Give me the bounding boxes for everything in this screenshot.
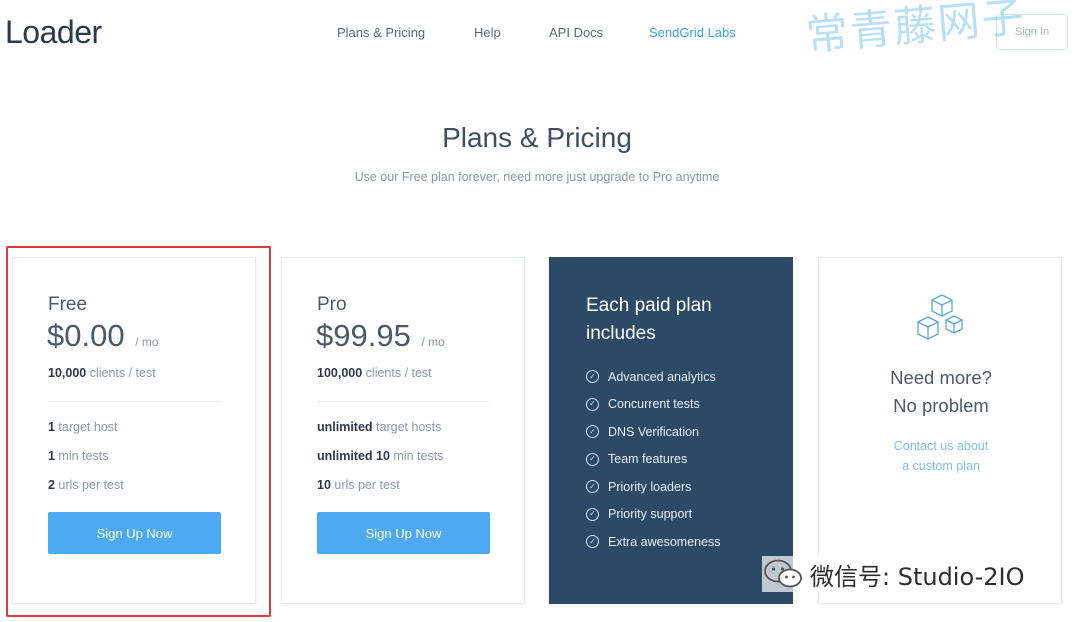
feature-value: 10 bbox=[317, 478, 331, 492]
nav-help[interactable]: Help bbox=[474, 25, 501, 40]
paid-feature-label: Concurrent tests bbox=[608, 397, 700, 412]
plan-name: Pro bbox=[317, 294, 347, 315]
feature-value: unlimited bbox=[317, 420, 373, 434]
check-circle-icon: ✓ bbox=[586, 397, 599, 411]
contact-link-line[interactable]: Contact us about bbox=[819, 436, 1063, 456]
paid-feature-label: Priority support bbox=[608, 507, 693, 522]
clients-value: 100,000 bbox=[317, 366, 363, 380]
price-value: $0.00 bbox=[47, 318, 125, 353]
contact-custom-plan-link[interactable]: Contact us about a custom plan bbox=[819, 436, 1063, 476]
feature-value: unlimited 10 bbox=[317, 449, 390, 463]
feature-item: unlimited target hosts bbox=[317, 420, 441, 434]
clients-value: 10,000 bbox=[48, 366, 87, 380]
feature-item: 10 urls per test bbox=[317, 478, 400, 492]
feature-item: unlimited 10 min tests bbox=[317, 449, 443, 463]
feature-item: 1 min tests bbox=[48, 449, 108, 463]
divider bbox=[48, 401, 220, 402]
feature-label: min tests bbox=[389, 449, 444, 463]
clients-label: clients / test bbox=[362, 366, 432, 380]
paid-plan-includes-card: Each paid plan includes ✓ Advanced analyt… bbox=[549, 257, 793, 604]
feature-label: urls per test bbox=[54, 478, 124, 492]
page-subtitle: Use our Free plan forever, need more jus… bbox=[354, 170, 720, 184]
list-item: ✓ Extra awesomeness bbox=[586, 528, 721, 556]
boxes-icon bbox=[917, 294, 963, 340]
list-item: ✓ Team features bbox=[586, 446, 721, 474]
wechat-id-text: 微信号: Studio-2IO bbox=[810, 562, 1025, 591]
check-circle-icon: ✓ bbox=[586, 425, 599, 439]
feature-label: min tests bbox=[54, 449, 109, 463]
paid-feature-label: Team features bbox=[608, 452, 688, 467]
plan-price: $0.00 / mo bbox=[47, 318, 159, 354]
paid-feature-label: Extra awesomeness bbox=[608, 534, 721, 549]
check-circle-icon: ✓ bbox=[586, 535, 599, 549]
custom-plan-title-line: Need more? bbox=[890, 367, 992, 388]
nav-api-docs[interactable]: API Docs bbox=[549, 25, 603, 40]
plan-name: Free bbox=[48, 294, 88, 315]
check-circle-icon: ✓ bbox=[586, 370, 599, 384]
feature-value: 2 bbox=[48, 478, 55, 492]
page-title: Plans & Pricing bbox=[442, 122, 632, 153]
list-item: ✓ Priority support bbox=[586, 501, 721, 529]
plan-price: $99.95 / mo bbox=[316, 318, 445, 354]
paid-feature-list: ✓ Advanced analytics ✓ Concurrent tests ✓ D… bbox=[586, 363, 721, 556]
list-item: ✓ Advanced analytics bbox=[586, 363, 721, 391]
wechat-icon bbox=[764, 559, 802, 588]
contact-link-line[interactable]: a custom plan bbox=[819, 456, 1063, 476]
paid-plan-title: Each paid plan includes bbox=[586, 295, 712, 344]
price-period: / mo bbox=[135, 335, 159, 349]
paid-feature-label: Priority loaders bbox=[608, 479, 692, 494]
plan-card-pro: Pro $99.95 / mo 100,000 clients / test u… bbox=[281, 257, 525, 604]
feature-item: 2 urls per test bbox=[48, 478, 124, 492]
watermark-top: 常青藤网子 bbox=[804, 0, 1028, 60]
sign-up-button-free[interactable]: Sign Up Now bbox=[48, 512, 221, 554]
check-circle-icon: ✓ bbox=[586, 507, 599, 521]
feature-item: 1 target host bbox=[48, 420, 118, 434]
price-value: $99.95 bbox=[316, 318, 411, 353]
list-item: ✓ DNS Verification bbox=[586, 418, 721, 446]
sign-up-button-pro[interactable]: Sign Up Now bbox=[317, 512, 490, 554]
divider bbox=[317, 401, 489, 402]
nav-sendgrid-labs[interactable]: SendGrid Labs bbox=[649, 25, 736, 40]
nav-plans-pricing[interactable]: Plans & Pricing bbox=[337, 25, 425, 40]
list-item: ✓ Concurrent tests bbox=[586, 391, 721, 419]
feature-value: 1 bbox=[48, 420, 55, 434]
plan-card-free: Free $0.00 / mo 10,000 clients / test 1 … bbox=[12, 257, 256, 604]
custom-plan-card: Need more? No problem Contact us about a… bbox=[818, 257, 1062, 604]
feature-value: 1 bbox=[48, 449, 55, 463]
paid-feature-label: Advanced analytics bbox=[608, 369, 716, 384]
check-circle-icon: ✓ bbox=[586, 452, 599, 466]
feature-label: target hosts bbox=[372, 420, 442, 434]
plan-clients: 10,000 clients / test bbox=[48, 366, 156, 380]
clients-label: clients / test bbox=[86, 366, 156, 380]
wechat-watermark: 微信号: Studio-2IO bbox=[762, 556, 1025, 592]
custom-plan-title-line: No problem bbox=[893, 395, 989, 416]
plan-clients: 100,000 clients / test bbox=[317, 366, 432, 380]
custom-plan-title: Need more? No problem bbox=[819, 364, 1063, 420]
price-period: / mo bbox=[421, 335, 445, 349]
check-circle-icon: ✓ bbox=[586, 480, 599, 494]
feature-label: target host bbox=[54, 420, 118, 434]
list-item: ✓ Priority loaders bbox=[586, 473, 721, 501]
paid-feature-label: DNS Verification bbox=[608, 424, 700, 439]
feature-label: urls per test bbox=[330, 478, 400, 492]
